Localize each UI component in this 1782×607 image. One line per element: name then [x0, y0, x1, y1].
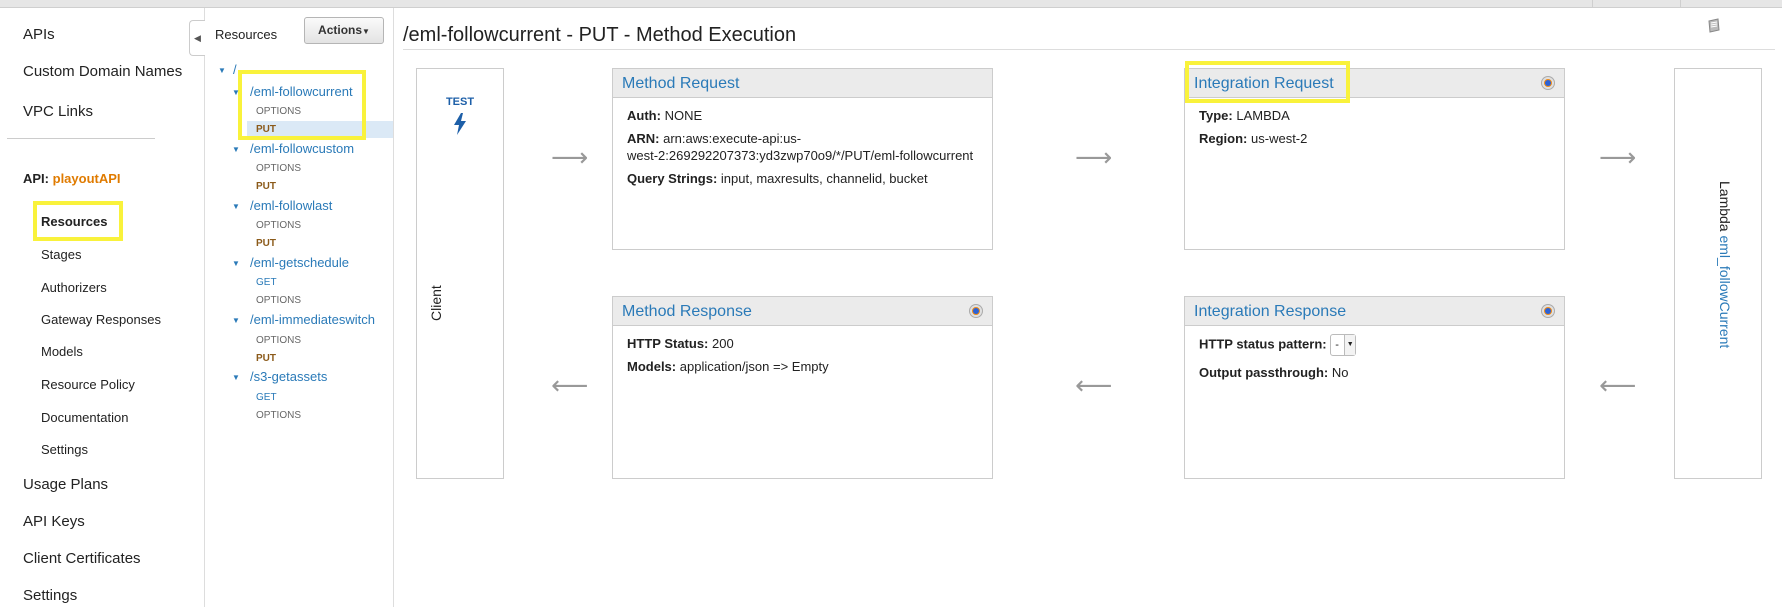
tree-resource-eml-getschedule[interactable]: /eml-getschedule	[250, 255, 349, 270]
client-label: Client	[428, 285, 444, 321]
arrow-right-icon: ⟶	[1599, 142, 1637, 172]
nav-vpc-links[interactable]: VPC Links	[23, 103, 93, 120]
tree-method-options[interactable]: OPTIONS	[256, 220, 301, 231]
status-dot-icon	[1542, 77, 1554, 89]
tree-method-options[interactable]: OPTIONS	[256, 106, 301, 117]
collapse-panel-button[interactable]: ◀	[189, 20, 205, 56]
expand-caret-icon[interactable]: ▼	[232, 88, 240, 97]
type-label: Type:	[1199, 108, 1233, 123]
tree-resource-eml-followcurrent[interactable]: /eml-followcurrent	[250, 84, 353, 99]
query-strings-label: Query Strings:	[627, 171, 718, 186]
client-box: TEST Client	[416, 68, 504, 479]
arn-value-line2: west-2:269292207373:yd3zwp70o9/*/PUT/eml…	[627, 148, 974, 163]
tree-method-put[interactable]: PUT	[256, 124, 276, 135]
arrow-left-icon: ⟵	[1075, 370, 1113, 400]
http-status-value: 200	[712, 336, 734, 351]
tree-method-options[interactable]: OPTIONS	[256, 335, 301, 346]
region-value: us-west-2	[1251, 131, 1308, 146]
status-dot-icon	[1542, 305, 1554, 317]
http-status-label: HTTP Status:	[627, 336, 709, 351]
nav-client-certificates[interactable]: Client Certificates	[23, 550, 141, 567]
nav-gateway-responses[interactable]: Gateway Responses	[41, 312, 161, 327]
nav-stages[interactable]: Stages	[41, 247, 81, 262]
auth-label: Auth:	[627, 108, 661, 123]
status-pattern-label: HTTP status pattern:	[1199, 336, 1327, 352]
models-value: application/json => Empty	[679, 359, 829, 374]
nav-custom-domain-names[interactable]: Custom Domain Names	[23, 63, 182, 80]
lambda-box: Lambda eml_followCurrent	[1674, 68, 1762, 479]
resources-title: Resources	[215, 27, 278, 42]
nav-settings-sub[interactable]: Settings	[41, 442, 88, 457]
tree-method-put[interactable]: PUT	[256, 353, 276, 364]
tree-method-put[interactable]: PUT	[256, 181, 276, 192]
nav-models[interactable]: Models	[41, 344, 83, 359]
tree-resource-eml-immediateswitch[interactable]: /eml-immediateswitch	[250, 312, 375, 327]
passthrough-value: No	[1331, 365, 1349, 380]
expand-caret-icon[interactable]: ▼	[232, 259, 240, 268]
lambda-label: Lambda eml_followCurrent	[1717, 181, 1733, 349]
auth-value: NONE	[664, 108, 703, 123]
region-label: Region:	[1199, 131, 1248, 146]
method-response-title[interactable]: Method Response	[613, 297, 992, 326]
method-request-box: Method Request Auth: NONE ARN: arn:aws:e…	[612, 68, 993, 250]
tree-resource-eml-followlast[interactable]: /eml-followlast	[250, 198, 332, 213]
passthrough-label: Output passthrough:	[1199, 365, 1329, 380]
actions-button[interactable]: Actions▼	[304, 17, 384, 44]
nav-usage-plans[interactable]: Usage Plans	[23, 476, 108, 493]
tree-method-get[interactable]: GET	[256, 392, 277, 403]
expand-caret-icon[interactable]: ▼	[232, 145, 240, 154]
tree-method-options[interactable]: OPTIONS	[256, 410, 301, 421]
tree-resource-s3-getassets[interactable]: /s3-getassets	[250, 369, 327, 384]
nav-resources[interactable]: Resources	[41, 214, 107, 229]
lambda-function-link[interactable]: eml_followCurrent	[1717, 235, 1733, 348]
highlight-integration-request	[1185, 61, 1350, 103]
api-name[interactable]: playoutAPI	[53, 171, 121, 186]
arrow-right-icon: ⟶	[551, 142, 589, 172]
caret-left-icon: ◀	[194, 33, 201, 43]
page-title: /eml-followcurrent - PUT - Method Execut…	[403, 24, 797, 46]
api-label: API: playoutAPI	[23, 171, 121, 186]
tree-method-options[interactable]: OPTIONS	[256, 295, 301, 306]
arn-value-line1: arn:aws:execute-api:us-	[663, 131, 802, 146]
top-bar	[0, 0, 1782, 8]
expand-caret-icon[interactable]: ▼	[232, 316, 240, 325]
type-value: LAMBDA	[1236, 108, 1290, 123]
arrow-left-icon: ⟵	[1599, 370, 1637, 400]
nav-resource-policy[interactable]: Resource Policy	[41, 377, 135, 392]
tree-method-get[interactable]: GET	[256, 277, 277, 288]
lightning-bolt-icon[interactable]	[452, 113, 468, 135]
caret-down-icon: ▼	[1344, 335, 1356, 355]
arrow-left-icon: ⟵	[551, 370, 589, 400]
nav-divider	[7, 138, 155, 139]
tree-resource-eml-followcustom[interactable]: /eml-followcustom	[250, 141, 354, 156]
arrow-right-icon: ⟶	[1075, 142, 1113, 172]
tree-root[interactable]: /	[233, 62, 237, 77]
integration-response-box: Integration Response HTTP status pattern…	[1184, 296, 1565, 479]
status-dot-icon	[970, 305, 982, 317]
tree-method-put[interactable]: PUT	[256, 238, 276, 249]
title-divider	[403, 49, 1775, 50]
nav-api-keys[interactable]: API Keys	[23, 513, 85, 530]
tree-method-options[interactable]: OPTIONS	[256, 163, 301, 174]
nav-documentation[interactable]: Documentation	[41, 410, 128, 425]
nav-settings[interactable]: Settings	[23, 587, 77, 604]
expand-caret-icon[interactable]: ▼	[232, 373, 240, 382]
integration-response-title[interactable]: Integration Response	[1185, 297, 1564, 326]
nav-apis[interactable]: APIs	[23, 26, 55, 43]
query-strings-value: input, maxresults, channelid, bucket	[720, 171, 928, 186]
test-link[interactable]: TEST	[417, 96, 503, 108]
method-request-title[interactable]: Method Request	[613, 69, 992, 98]
book-icon[interactable]	[1706, 18, 1722, 34]
caret-down-icon: ▼	[362, 27, 370, 36]
expand-caret-icon[interactable]: ▼	[232, 202, 240, 211]
method-response-box: Method Response HTTP Status: 200 Models:…	[612, 296, 993, 479]
status-pattern-select[interactable]: - ▼	[1330, 334, 1357, 356]
models-label: Models:	[627, 359, 677, 374]
arn-label: ARN:	[627, 131, 660, 146]
nav-authorizers[interactable]: Authorizers	[41, 280, 107, 295]
expand-caret-icon[interactable]: ▼	[218, 66, 226, 75]
